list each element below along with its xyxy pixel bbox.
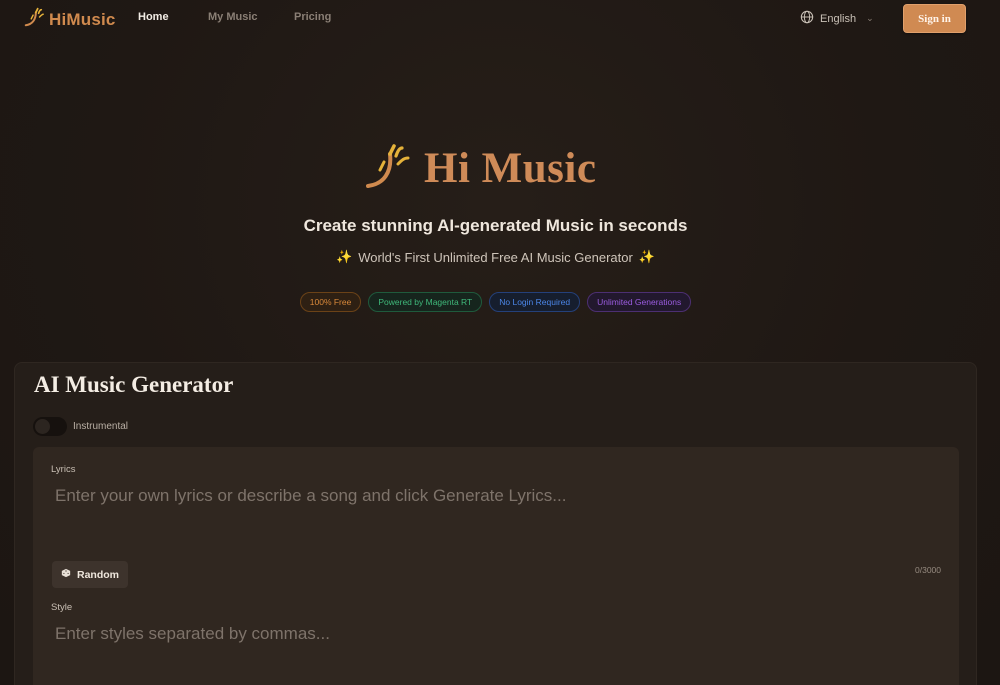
hero-tagline: Create stunning AI-generated Music in se… <box>303 216 688 235</box>
instrumental-row: Instrumental <box>33 417 128 436</box>
badge-no-login: No Login Required <box>489 292 581 312</box>
badge-free: 100% Free <box>299 292 362 312</box>
language-selector[interactable]: English ⌄ <box>800 10 874 27</box>
badge-unlimited: Unlimited Generations <box>587 292 692 312</box>
nav-home-link[interactable]: Home <box>138 11 169 23</box>
lyrics-char-counter: 0/3000 <box>915 565 941 575</box>
hero-title: Hi Music <box>424 145 597 192</box>
subtagline-text: World's First Unlimited Free AI Music Ge… <box>358 249 633 265</box>
brand-logo[interactable]: HiMusic <box>23 6 116 33</box>
top-nav: HiMusic Home My Music Pricing English ⌄ … <box>0 0 1000 36</box>
hero-logo: Hi Music <box>364 142 596 195</box>
music-wave-icon <box>23 6 45 33</box>
feature-badges: 100% Free Powered by Magenta RT No Login… <box>0 292 991 312</box>
music-wave-icon <box>364 142 412 195</box>
language-label: English <box>820 12 857 25</box>
nav-pricing-link[interactable]: Pricing <box>294 11 331 23</box>
random-button[interactable]: Random <box>52 561 128 588</box>
toggle-knob <box>35 419 50 434</box>
random-label: Random <box>77 568 119 581</box>
sparkle-icon: ✨ <box>336 249 353 264</box>
style-input[interactable] <box>55 622 915 646</box>
generator-title: AI Music Generator <box>34 372 234 397</box>
hero-subtagline: ✨ World's First Unlimited Free AI Music … <box>0 249 991 265</box>
instrumental-toggle[interactable] <box>33 417 67 436</box>
lyrics-input[interactable] <box>55 484 915 508</box>
sign-in-button[interactable]: Sign in <box>903 4 966 33</box>
lyrics-label: Lyrics <box>51 464 76 475</box>
generator-card: AI Music Generator Instrumental Lyrics R… <box>14 362 977 685</box>
badge-magenta: Powered by Magenta RT <box>368 292 483 312</box>
dice-icon <box>61 568 71 581</box>
sparkle-icon: ✨ <box>638 249 655 264</box>
nav-my-music-link[interactable]: My Music <box>208 11 258 23</box>
globe-icon <box>800 10 814 27</box>
instrumental-label: Instrumental <box>73 421 129 432</box>
input-panel: Lyrics Random 0/3000 Style <box>33 447 959 685</box>
brand-name: HiMusic <box>49 9 116 29</box>
chevron-down-icon: ⌄ <box>866 13 874 23</box>
style-label: Style <box>51 602 73 613</box>
